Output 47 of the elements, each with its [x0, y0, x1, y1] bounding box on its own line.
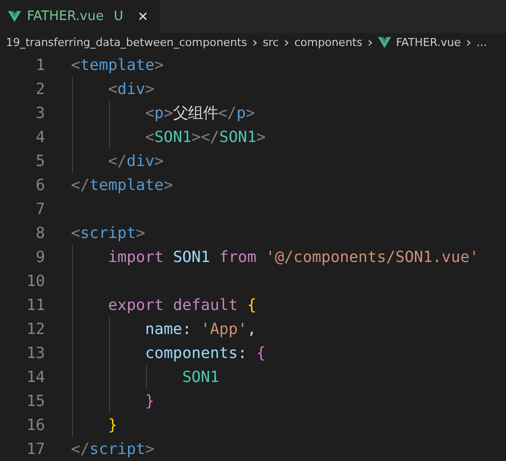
- line-number: 9: [34, 248, 45, 266]
- line-number: 13: [25, 344, 45, 362]
- line-number: 8: [34, 224, 45, 242]
- breadcrumb-item[interactable]: components: [294, 36, 362, 50]
- breadcrumb-separator: ›: [252, 34, 258, 51]
- breadcrumb-item[interactable]: FATHER.vue: [396, 36, 461, 50]
- code-line: <p>父组件</p>: [145, 102, 256, 124]
- breadcrumb-separator: ›: [466, 34, 472, 51]
- git-status: U: [114, 8, 124, 24]
- line-number: 16: [25, 416, 45, 434]
- code-line: import SON1 from '@/components/SON1.vue': [108, 248, 479, 266]
- line-number: 6: [34, 176, 45, 194]
- line-number: 11: [25, 296, 45, 314]
- code-line: name: 'App',: [145, 320, 256, 338]
- vue-file-icon: [8, 10, 21, 22]
- code-line: <script>: [71, 224, 146, 242]
- breadcrumb-item[interactable]: ...: [476, 36, 487, 50]
- breadcrumb-separator: ›: [284, 34, 290, 51]
- code-line: SON1: [182, 368, 220, 386]
- vue-file-icon: [378, 37, 391, 48]
- code-line: <SON1></SON1>: [145, 128, 266, 146]
- line-number: 10: [25, 272, 45, 290]
- breadcrumb-item[interactable]: 19_transferring_data_between_components: [6, 36, 248, 50]
- line-number: 15: [25, 392, 45, 410]
- code-line: </script>: [71, 440, 154, 458]
- line-number: 1: [34, 56, 45, 74]
- code-line: components: {: [145, 344, 266, 362]
- code-line: }: [145, 392, 154, 410]
- line-number: 3: [34, 104, 45, 122]
- line-number: 14: [25, 368, 45, 386]
- breadcrumb-item[interactable]: src: [262, 36, 279, 50]
- code-line: </template>: [71, 176, 173, 194]
- close-button[interactable]: ✕: [135, 8, 150, 24]
- code-line: <template>: [71, 56, 164, 74]
- code-line: export default {: [108, 296, 256, 314]
- tab-label: FATHER.vue: [27, 8, 104, 24]
- line-number: 4: [34, 128, 45, 146]
- line-number: 2: [34, 80, 45, 98]
- editor-tab[interactable]: FATHER.vue U ✕: [0, 0, 160, 33]
- code-line: <div>: [108, 80, 154, 98]
- line-number: 17: [25, 440, 45, 458]
- code-line: }: [108, 416, 118, 434]
- code-line: </div>: [108, 152, 164, 170]
- line-number: 12: [25, 320, 45, 338]
- line-number: 7: [34, 200, 45, 218]
- line-number: 5: [34, 152, 45, 170]
- breadcrumb-separator: ›: [367, 34, 373, 51]
